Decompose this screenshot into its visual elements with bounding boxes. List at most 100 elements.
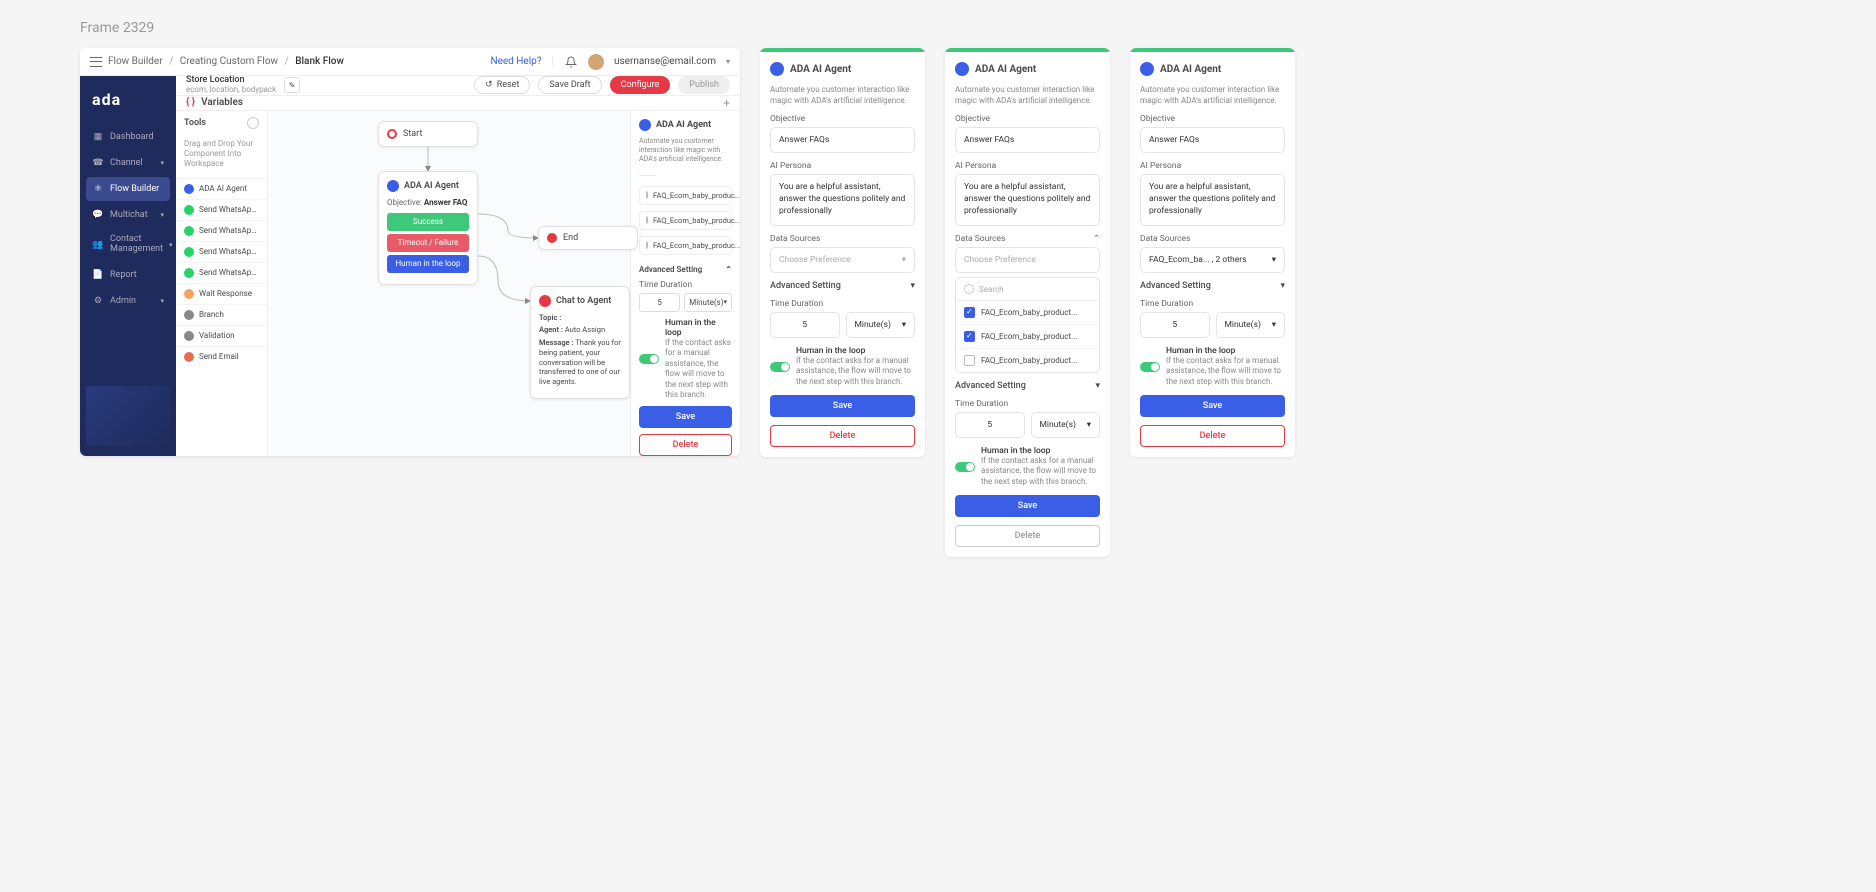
breadcrumb-item[interactable]: Flow Builder — [108, 56, 163, 67]
checkbox[interactable] — [964, 307, 975, 318]
config-panel-variant-selected: ADA AI Agent Automate you customer inter… — [1130, 48, 1295, 457]
advanced-setting-toggle[interactable]: Advanced Setting▾ — [955, 381, 1100, 391]
tool-label: Send WhatsApp List — [199, 226, 259, 235]
start-node[interactable]: Start — [378, 121, 478, 147]
delete-button[interactable]: Delete — [955, 525, 1100, 547]
time-unit-select[interactable]: Minute(s)▾ — [1031, 412, 1101, 438]
chevron-down-icon[interactable]: ▾ — [726, 57, 730, 66]
human-loop-toggle[interactable] — [955, 462, 975, 472]
start-label: Start — [403, 129, 422, 139]
flow-builder-app: Flow Builder / Creating Custom Flow / Bl… — [80, 48, 740, 456]
publish-button[interactable]: Publish — [678, 76, 730, 94]
data-sources-select[interactable]: FAQ_Ecom_ba... , 2 others▾ — [1140, 247, 1285, 273]
checkbox[interactable] — [964, 355, 975, 366]
chevron-up-icon[interactable]: ⌃ — [725, 265, 732, 274]
tool-item[interactable]: Send Email — [176, 346, 267, 367]
save-button[interactable]: Save — [770, 395, 915, 417]
data-source-option[interactable]: FAQ_Ecom_baby_product... — [956, 349, 1099, 372]
time-value-input[interactable]: 5 — [639, 293, 680, 312]
advanced-setting-toggle[interactable]: Advanced Setting▾ — [770, 281, 915, 291]
save-button[interactable]: Save — [1140, 395, 1285, 417]
faq-chip[interactable]: FAQ_Ecom_baby_produc... — [639, 186, 732, 205]
advanced-setting-label[interactable]: Advanced Setting — [639, 265, 702, 274]
tool-item[interactable]: Branch — [176, 304, 267, 325]
sidebar-item-contact[interactable]: 👥 Contact Management ▾ — [86, 229, 170, 261]
search-input[interactable]: Search — [956, 278, 1099, 301]
flow-canvas[interactable]: Start ADA AI Agent Objective: Answer FAQ — [268, 111, 630, 456]
tool-label: Send WhatsApp Message — [199, 205, 259, 214]
search-icon[interactable] — [247, 117, 259, 129]
persona-input[interactable]: You are a helpful assistant, answer the … — [770, 174, 915, 226]
data-sources-select[interactable]: Choose Preference▾ — [770, 247, 915, 273]
chat-agent-node[interactable]: Chat to Agent Topic : Agent : Auto Assig… — [530, 286, 630, 399]
delete-button[interactable]: Delete — [639, 434, 732, 456]
persona-input[interactable]: You are a helpful assistant, answer the … — [1140, 174, 1285, 226]
plus-icon[interactable]: + — [723, 96, 730, 110]
braces-icon: { } — [186, 97, 195, 108]
advanced-setting-toggle[interactable]: Advanced Setting▾ — [1140, 281, 1285, 291]
edit-icon[interactable]: ✎ — [284, 77, 300, 93]
chevron-up-icon[interactable]: ⌃ — [1093, 234, 1100, 244]
sidebar-item-channel[interactable]: ☎ Channel ▾ — [86, 151, 170, 175]
tool-item[interactable]: Send WhatsApp List — [176, 220, 267, 241]
ai-agent-node[interactable]: ADA AI Agent Objective: Answer FAQ Succe… — [378, 171, 478, 285]
tool-color-icon — [184, 352, 194, 362]
variables-bar: { } Variables + — [176, 96, 740, 111]
time-value-input[interactable]: 5 — [1140, 312, 1210, 338]
human-loop-toggle[interactable] — [770, 362, 790, 372]
faq-chip[interactable]: FAQ_Ecom_baby_produc... — [639, 211, 732, 230]
user-email[interactable]: usernanse@email.com — [614, 56, 716, 67]
time-unit-select[interactable]: Minute(s)▾ — [846, 312, 916, 338]
branch-output[interactable]: Success — [387, 213, 469, 231]
data-sources-select[interactable]: Choose Preference — [955, 247, 1100, 273]
avatar[interactable] — [588, 54, 604, 70]
time-unit-select[interactable]: Minute(s)▾ — [1216, 312, 1286, 338]
objective-input[interactable]: Answer FAQs — [955, 127, 1100, 153]
data-source-option[interactable]: FAQ_Ecom_baby_product... — [956, 301, 1099, 325]
tool-item[interactable]: Wait Response — [176, 283, 267, 304]
sidebar-item-flow-builder[interactable]: ⚛ Flow Builder — [86, 177, 170, 201]
human-loop-toggle[interactable] — [639, 354, 659, 364]
tool-item[interactable]: Send WhatsApp Template — [176, 262, 267, 283]
end-node[interactable]: End — [538, 226, 638, 250]
time-value-input[interactable]: 5 — [770, 312, 840, 338]
branch-output[interactable]: Human in the loop — [387, 255, 469, 273]
human-loop-toggle[interactable] — [1140, 362, 1160, 372]
sidebar-item-dashboard[interactable]: ▦ Dashboard — [86, 125, 170, 149]
save-button[interactable]: Save — [639, 406, 732, 428]
help-link[interactable]: Need Help? — [490, 56, 541, 67]
hamburger-icon[interactable] — [90, 57, 102, 67]
delete-button[interactable]: Delete — [1140, 425, 1285, 447]
time-unit-select[interactable]: Minute(s)▾ — [684, 293, 732, 312]
tool-color-icon — [184, 184, 194, 194]
tool-color-icon — [184, 247, 194, 257]
objective-input[interactable]: Answer FAQs — [1140, 127, 1285, 153]
faq-chip[interactable]: FAQ_Ecom_baby_produc... — [639, 236, 732, 255]
config-panel-variant-closed: ADA AI Agent Automate you customer inter… — [760, 48, 925, 457]
time-value-input[interactable]: 5 — [955, 412, 1025, 438]
sidebar-item-admin[interactable]: ⚙ Admin ▾ — [86, 289, 170, 313]
delete-button[interactable]: Delete — [770, 425, 915, 447]
sidebar-item-multichat[interactable]: 💬 Multichat ▾ — [86, 203, 170, 227]
data-sources-label: Data Sources — [770, 234, 915, 244]
branch-output[interactable]: Timeout / Failure — [387, 234, 469, 252]
bell-icon[interactable] — [564, 55, 578, 69]
save-button[interactable]: Save — [955, 495, 1100, 517]
configure-button[interactable]: Configure — [610, 76, 671, 94]
checkbox[interactable] — [964, 331, 975, 342]
tool-item[interactable]: Validation — [176, 325, 267, 346]
breadcrumb-item[interactable]: Creating Custom Flow — [180, 56, 278, 67]
tool-item[interactable]: Send WhatsApp Button — [176, 241, 267, 262]
sidebar-item-label: Multichat — [110, 210, 148, 220]
variables-label: Variables — [201, 97, 243, 108]
save-draft-button[interactable]: Save Draft — [538, 76, 601, 94]
tool-item[interactable]: ADA AI Agent — [176, 178, 267, 199]
objective-input[interactable]: Answer FAQs — [770, 127, 915, 153]
sidebar-item-report[interactable]: 📄 Report — [86, 263, 170, 287]
ai-avatar-icon — [955, 62, 969, 76]
reset-button[interactable]: ↺Reset — [474, 76, 530, 94]
persona-input[interactable]: You are a helpful assistant, answer the … — [955, 174, 1100, 226]
data-source-option[interactable]: FAQ_Ecom_baby_product... — [956, 325, 1099, 349]
tool-item[interactable]: Send WhatsApp Message — [176, 199, 267, 220]
ai-node-title: ADA AI Agent — [404, 181, 459, 191]
